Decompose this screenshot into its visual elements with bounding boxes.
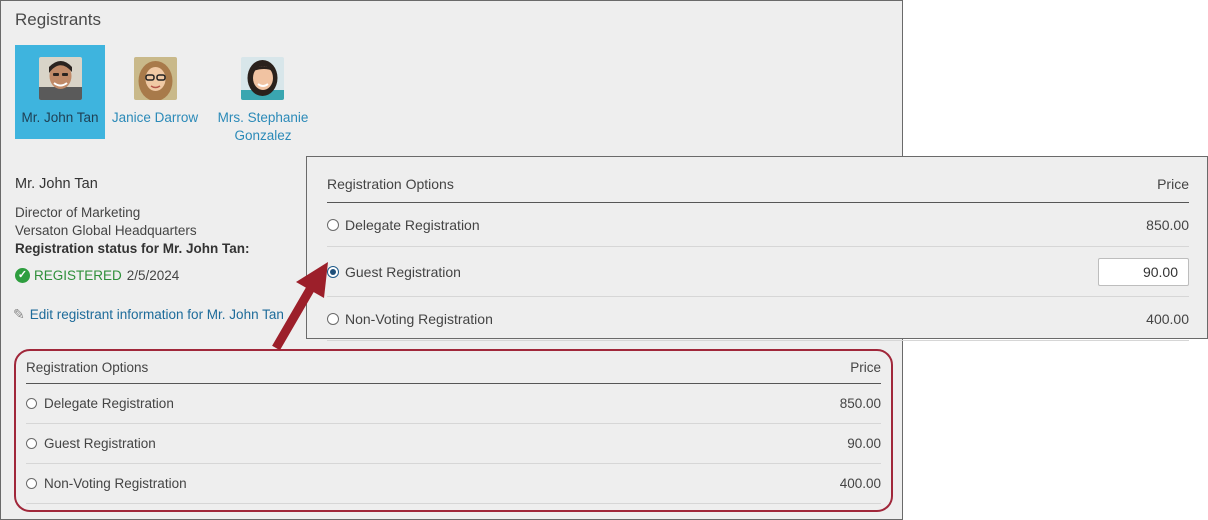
guest-radio[interactable] bbox=[26, 438, 37, 449]
table-row: Guest Registration 90.00 bbox=[26, 424, 881, 464]
table-header: Registration Options Price bbox=[327, 165, 1189, 203]
registrant-name: Janice Darrow bbox=[111, 110, 199, 125]
table-row: Guest Registration bbox=[327, 247, 1189, 297]
table-row: Delegate Registration 850.00 bbox=[26, 384, 881, 424]
registrant-company: Versaton Global Headquarters bbox=[15, 223, 197, 238]
option-price: 90.00 bbox=[847, 436, 881, 451]
arrow-icon bbox=[272, 262, 328, 351]
option-label: Delegate Registration bbox=[44, 396, 174, 411]
column-header-options: Registration Options bbox=[327, 175, 454, 192]
avatar bbox=[241, 57, 284, 100]
option-price: 400.00 bbox=[839, 476, 881, 491]
check-circle-icon: ✓ bbox=[15, 268, 30, 283]
edit-registrant-link[interactable]: ✎ Edit registrant information for Mr. Jo… bbox=[13, 306, 284, 323]
avatar bbox=[134, 57, 177, 100]
option-price: 400.00 bbox=[1146, 310, 1189, 327]
registrant-name: Mrs. Stephanie Gonzalez bbox=[217, 110, 309, 143]
edit-registrant-link-text[interactable]: Edit registrant information for Mr. John… bbox=[30, 307, 284, 322]
column-header-price: Price bbox=[850, 359, 881, 375]
table-row: Delegate Registration 850.00 bbox=[327, 203, 1189, 247]
registration-options-highlight: Registration Options Price Delegate Regi… bbox=[14, 349, 893, 512]
registrant-card-stephanie-gonzalez[interactable]: Mrs. Stephanie Gonzalez bbox=[203, 45, 323, 143]
status-row: ✓ REGISTERED 2/5/2024 bbox=[15, 268, 179, 283]
non-voting-radio[interactable] bbox=[26, 478, 37, 489]
status-date: 2/5/2024 bbox=[126, 268, 180, 283]
registrant-name: Mr. John Tan bbox=[21, 110, 99, 125]
registration-status-label: Registration status for Mr. John Tan: bbox=[15, 241, 250, 256]
pencil-icon: ✎ bbox=[13, 306, 25, 322]
column-header-price: Price bbox=[1157, 175, 1189, 192]
delegate-radio[interactable] bbox=[26, 398, 37, 409]
registrant-card-john-tan[interactable]: Mr. John Tan bbox=[15, 45, 105, 139]
avatar bbox=[39, 57, 82, 100]
delegate-radio[interactable] bbox=[327, 218, 339, 231]
option-price: 850.00 bbox=[839, 396, 881, 411]
option-label: Delegate Registration bbox=[345, 216, 480, 233]
guest-price-input[interactable] bbox=[1098, 257, 1189, 286]
registration-options-zoom-panel: Registration Options Price Delegate Regi… bbox=[306, 156, 1208, 341]
option-label: Non-Voting Registration bbox=[345, 310, 493, 327]
table-row: Non-Voting Registration 400.00 bbox=[327, 297, 1189, 341]
panel-title: Registrants bbox=[15, 10, 101, 29]
registrant-detail-name: Mr. John Tan bbox=[15, 176, 98, 192]
table-row: Non-Voting Registration 400.00 bbox=[26, 464, 881, 504]
option-label: Non-Voting Registration bbox=[44, 476, 187, 491]
option-label: Guest Registration bbox=[44, 436, 156, 451]
table-header: Registration Options Price bbox=[26, 351, 881, 384]
registration-options-table: Registration Options Price Delegate Regi… bbox=[26, 351, 881, 504]
column-header-options: Registration Options bbox=[26, 359, 149, 375]
status-badge: REGISTERED bbox=[34, 268, 122, 283]
registrant-job-title: Director of Marketing bbox=[15, 205, 141, 220]
option-price: 850.00 bbox=[1146, 216, 1189, 233]
option-label: Guest Registration bbox=[345, 263, 461, 280]
registration-options-table-zoom: Registration Options Price Delegate Regi… bbox=[327, 165, 1189, 341]
registrant-card-janice-darrow[interactable]: Janice Darrow bbox=[110, 45, 200, 139]
